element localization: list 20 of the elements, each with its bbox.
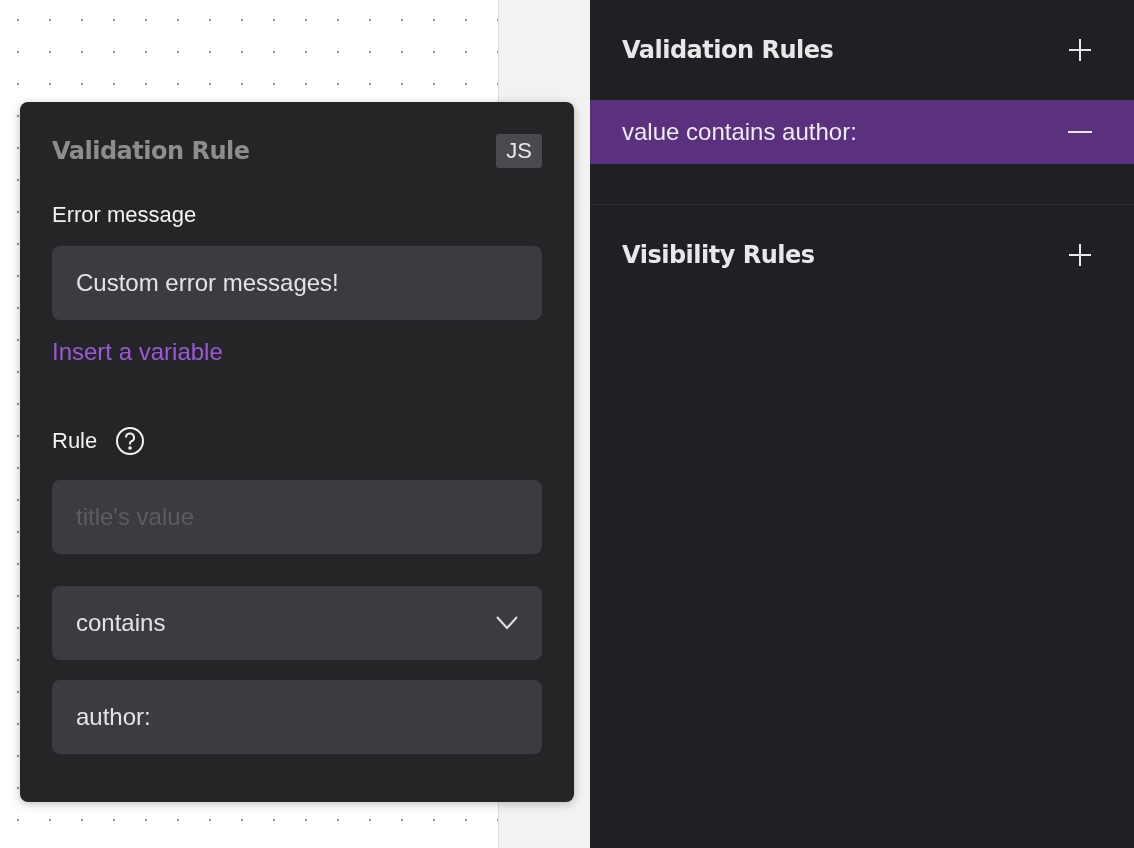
add-button[interactable]	[1068, 38, 1092, 62]
help-icon[interactable]	[115, 426, 146, 456]
field-label: Error message	[52, 202, 198, 228]
add-button[interactable]	[1068, 243, 1092, 267]
js-toggle[interactable]: JS	[496, 134, 542, 168]
plus-icon	[1068, 38, 1092, 62]
section-title: Visibility Rules	[622, 241, 815, 269]
select-field[interactable]: contains	[52, 586, 542, 660]
input-field[interactable]: author:	[52, 680, 542, 754]
remove-button[interactable]	[1068, 130, 1092, 134]
minus-icon	[1068, 130, 1092, 134]
input-field[interactable]: Custom error messages!	[52, 246, 542, 320]
rule-label: value contains author:	[622, 118, 857, 146]
popup-title: Validation Rule	[52, 137, 250, 165]
chevron-down-icon	[496, 616, 518, 630]
insert-variable-link[interactable]: Insert a variable	[52, 338, 223, 366]
rule-row[interactable]: value contains author:	[590, 100, 1134, 164]
plus-icon	[1068, 243, 1092, 267]
field-label: Rule	[52, 428, 98, 454]
section-title: Validation Rules	[622, 36, 834, 64]
